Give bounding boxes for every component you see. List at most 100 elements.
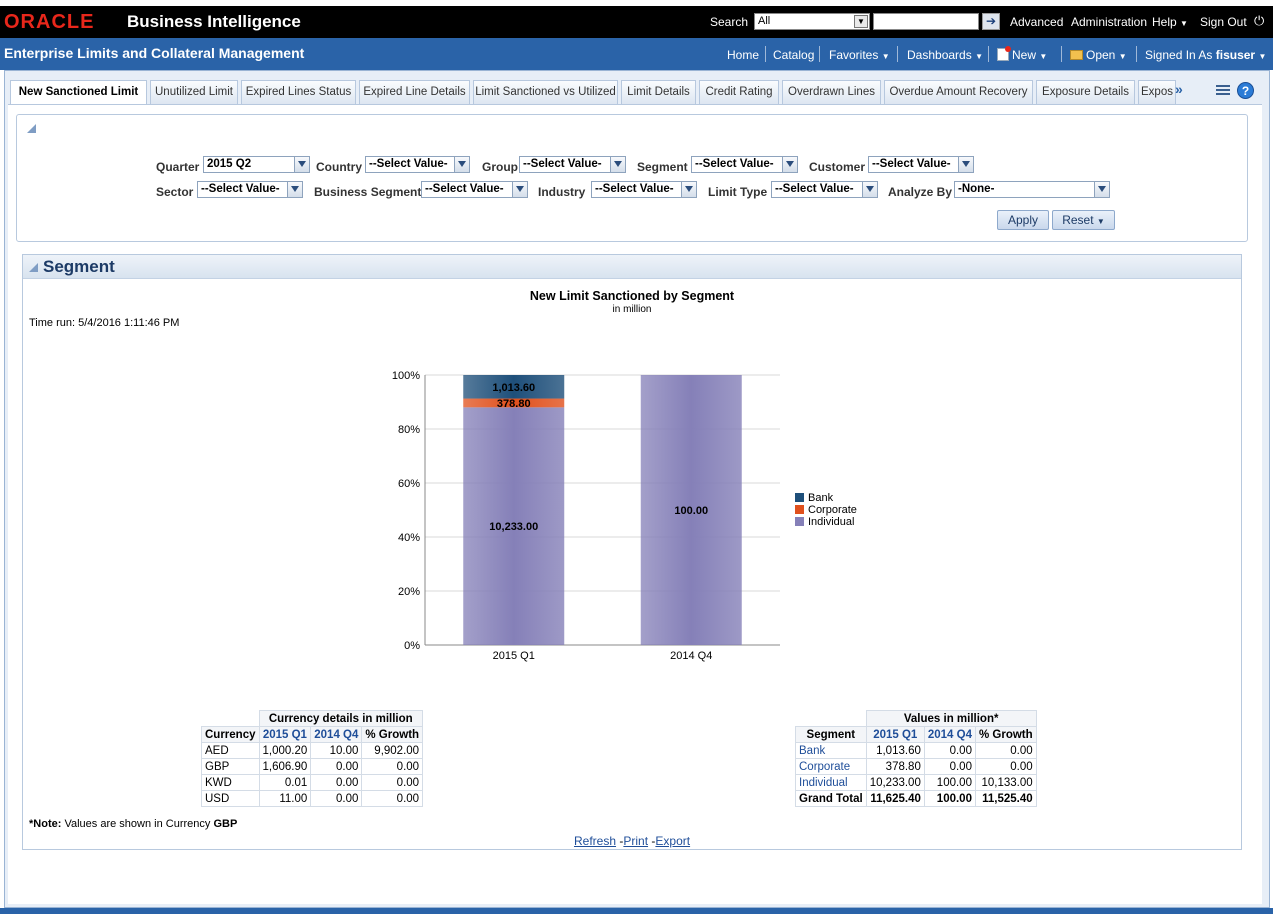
chevron-down-icon: ▼	[1096, 217, 1105, 226]
catalog-link[interactable]: Catalog	[773, 48, 814, 62]
cell: 1,000.20	[258, 742, 312, 759]
open-menu[interactable]: Open ▼	[1070, 48, 1127, 62]
currency-note: *Note: Values are shown in Currency GBP	[29, 818, 237, 830]
tab-exposure-details[interactable]: Exposure Details	[1036, 80, 1135, 104]
segment-select[interactable]: --Select Value-	[691, 156, 798, 173]
chevron-down-icon[interactable]	[287, 182, 302, 197]
segment-link-corporate[interactable]: Corporate	[795, 758, 867, 775]
tab-unutilized-limit[interactable]: Unutilized Limit	[150, 80, 238, 104]
segment-link-bank[interactable]: Bank	[795, 742, 867, 759]
search-scope-select[interactable]: All ▼	[754, 13, 870, 30]
nav-divider	[1136, 46, 1137, 62]
administration-link[interactable]: Administration	[1071, 15, 1147, 29]
country-select[interactable]: --Select Value-	[365, 156, 470, 173]
top-bar: ORACLE Business Intelligence Search All …	[0, 6, 1273, 38]
segment-link-individual[interactable]: Individual	[795, 774, 867, 791]
cell: 0.00	[923, 758, 976, 775]
favorites-menu[interactable]: Favorites ▼	[829, 48, 890, 62]
col-header: 2015 Q1	[865, 726, 925, 743]
chevron-down-icon[interactable]: ▼	[854, 15, 868, 28]
limit-type-select[interactable]: --Select Value-	[771, 181, 878, 198]
oracle-logo: ORACLE	[4, 11, 95, 33]
cell: 100.00	[923, 774, 976, 791]
chevron-down-icon[interactable]	[782, 157, 797, 172]
tab-limit-details[interactable]: Limit Details	[621, 80, 696, 104]
dashboards-menu[interactable]: Dashboards ▼	[907, 48, 983, 62]
home-link[interactable]: Home	[727, 48, 759, 62]
table-corner	[202, 711, 260, 727]
cell: 0.00	[361, 774, 424, 791]
col-header: Currency	[201, 726, 260, 743]
chevron-down-icon[interactable]	[862, 182, 877, 197]
cell: 11,625.40	[865, 790, 925, 807]
collapse-triangle-icon[interactable]	[27, 124, 36, 133]
tab-limit-sanctioned-vs-utilized[interactable]: Limit Sanctioned vs Utilized	[473, 80, 618, 104]
cell: 9,902.00	[361, 742, 424, 759]
signed-in-menu[interactable]: Signed In As fisuser ▼	[1145, 48, 1266, 62]
tab-exposure-more[interactable]: Expos	[1138, 80, 1176, 104]
chevron-down-icon[interactable]	[681, 182, 696, 197]
tab-expired-line-details[interactable]: Expired Line Details	[359, 80, 470, 104]
more-tabs-icon[interactable]: »	[1175, 81, 1183, 97]
customer-value: --Select Value-	[872, 158, 951, 170]
chevron-down-icon[interactable]	[1094, 182, 1109, 197]
sign-out-link[interactable]: Sign Out	[1200, 15, 1247, 29]
y-tick-label: 80%	[398, 424, 420, 436]
chevron-down-icon[interactable]	[958, 157, 973, 172]
cell: 378.80	[865, 758, 925, 775]
tab-overdue-amount-recovery[interactable]: Overdue Amount Recovery	[884, 80, 1033, 104]
page-options-icon[interactable]	[1216, 85, 1230, 97]
apply-button[interactable]: Apply	[997, 210, 1049, 230]
search-input[interactable]	[873, 13, 979, 30]
time-run: Time run: 5/4/2016 1:11:46 PM	[29, 317, 179, 329]
print-link[interactable]: Print	[623, 834, 648, 848]
col-header: % Growth	[974, 726, 1037, 743]
group-select[interactable]: --Select Value-	[519, 156, 626, 173]
search-scope-value: All	[758, 15, 771, 27]
export-link[interactable]: Export	[655, 834, 690, 848]
chevron-down-icon[interactable]	[512, 182, 527, 197]
cell: 0.00	[923, 742, 976, 759]
chevron-down-icon: ▼	[1180, 19, 1188, 28]
industry-label: Industry	[538, 185, 586, 199]
reset-button[interactable]: Reset ▼	[1052, 210, 1115, 230]
chevron-down-icon[interactable]	[294, 157, 309, 172]
table-row: USD 11.00 0.00 0.00	[201, 790, 424, 807]
cell: 11.00	[258, 790, 312, 807]
segment-table-caption: Values in million*	[865, 710, 1037, 727]
nav-divider	[988, 46, 989, 62]
quarter-select[interactable]: 2015 Q2	[203, 156, 310, 173]
note-text: Values are shown in Currency	[64, 818, 211, 830]
nav-divider	[897, 46, 898, 62]
chevron-down-icon: ▼	[975, 52, 983, 61]
dashboards-label: Dashboards	[907, 48, 972, 62]
dashboard-title: Enterprise Limits and Collateral Managem…	[4, 45, 305, 61]
customer-select[interactable]: --Select Value-	[868, 156, 974, 173]
power-icon[interactable]: ⏻	[1254, 13, 1264, 29]
cell: 11,525.40	[974, 790, 1037, 807]
new-menu[interactable]: New ▼	[997, 46, 1047, 62]
advanced-link[interactable]: Advanced	[1010, 15, 1063, 29]
tab-credit-rating[interactable]: Credit Rating	[699, 80, 779, 104]
industry-select[interactable]: --Select Value-	[591, 181, 697, 198]
new-label: New	[1012, 48, 1037, 62]
business-segment-select[interactable]: --Select Value-	[421, 181, 528, 198]
help-icon[interactable]: ?	[1237, 82, 1254, 99]
tab-overdrawn-lines[interactable]: Overdrawn Lines	[782, 80, 881, 104]
cell: 10.00	[310, 742, 363, 759]
cell: 0.00	[361, 758, 424, 775]
tab-expired-lines-status[interactable]: Expired Lines Status	[241, 80, 356, 104]
chevron-down-icon[interactable]	[610, 157, 625, 172]
legend-label-individual: Individual	[808, 516, 854, 528]
tab-new-sanctioned-limit[interactable]: New Sanctioned Limit	[10, 80, 147, 105]
collapse-triangle-icon[interactable]	[29, 263, 38, 272]
country-value: --Select Value-	[369, 158, 448, 170]
legend-label-bank: Bank	[808, 492, 834, 504]
analyze-by-select[interactable]: -None-	[954, 181, 1110, 198]
help-menu[interactable]: Help ▼	[1152, 15, 1188, 29]
search-go-arrow-icon[interactable]: ➔	[982, 13, 1000, 30]
refresh-link[interactable]: Refresh	[574, 834, 616, 848]
sector-select[interactable]: --Select Value-	[197, 181, 303, 198]
reset-label: Reset	[1062, 213, 1094, 227]
chevron-down-icon[interactable]	[454, 157, 469, 172]
